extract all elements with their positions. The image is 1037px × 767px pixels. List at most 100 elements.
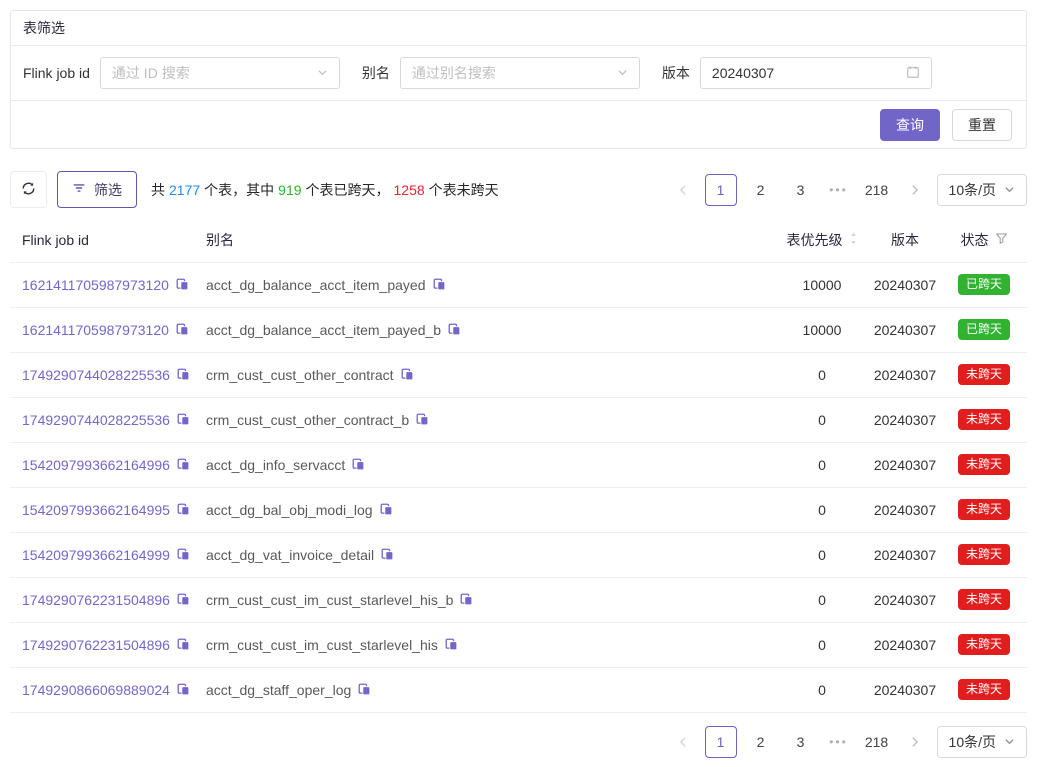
page-ellipsis[interactable]: ••• (825, 183, 853, 197)
summary-prefix: 共 (151, 180, 165, 200)
alias-link[interactable]: acct_dg_info_servacct (206, 457, 345, 473)
page-item-2[interactable]: 2 (745, 726, 777, 758)
copy-icon[interactable] (177, 638, 190, 651)
toolbar: 筛选 共 2177 个表，其中 919 个表已跨天， 1258 个表未跨天 12… (10, 171, 1027, 208)
copy-icon[interactable] (177, 593, 190, 606)
column-header-priority[interactable]: 表优先级 (775, 218, 869, 262)
alias-placeholder: 通过别名搜索 (412, 63, 496, 83)
copy-icon[interactable] (380, 503, 393, 516)
page-size-select[interactable]: 10条/页 (937, 174, 1027, 206)
page-size-select[interactable]: 10条/页 (937, 726, 1027, 758)
summary-total-count: 2177 (169, 182, 200, 198)
filter-funnel-icon[interactable] (995, 232, 1008, 248)
version-date-picker[interactable]: 20240307 (700, 57, 932, 89)
job-id-link[interactable]: 1542097993662164995 (22, 502, 170, 518)
copy-icon[interactable] (401, 368, 414, 381)
page-item-3[interactable]: 3 (785, 726, 817, 758)
page-item-1[interactable]: 1 (705, 726, 737, 758)
alias-link[interactable]: crm_cust_cust_other_contract_b (206, 412, 409, 428)
copy-icon[interactable] (176, 278, 189, 291)
copy-icon[interactable] (177, 683, 190, 696)
copy-icon[interactable] (177, 458, 190, 471)
job-id-link[interactable]: 1542097993662164999 (22, 547, 170, 563)
alias-link[interactable]: acct_dg_bal_obj_modi_log (206, 502, 373, 518)
table-row: 1542097993662164996 acct_dg_info_servacc… (10, 442, 1027, 487)
prev-page-button[interactable] (669, 726, 697, 758)
copy-icon[interactable] (381, 548, 394, 561)
column-header-version: 版本 (869, 218, 941, 262)
priority-value: 0 (818, 682, 826, 698)
page-ellipsis[interactable]: ••• (825, 735, 853, 749)
column-header-status: 状态 (941, 218, 1027, 262)
job-id-link[interactable]: 1542097993662164996 (22, 457, 170, 473)
query-button[interactable]: 查询 (880, 109, 940, 141)
table-header-row: Flink job id 别名 表优先级 版本 (10, 218, 1027, 262)
job-id-link[interactable]: 1621411705987973120 (22, 277, 169, 293)
copy-icon[interactable] (433, 278, 446, 291)
summary-uncrossed-count: 1258 (394, 182, 425, 198)
job-id-link[interactable]: 1749290744028225536 (22, 367, 170, 383)
flink-job-id-label: Flink job id (23, 65, 90, 81)
alias-link[interactable]: crm_cust_cust_im_cust_starlevel_his_b (206, 592, 453, 608)
alias-link[interactable]: acct_dg_balance_acct_item_payed_b (206, 322, 441, 338)
alias-select[interactable]: 通过别名搜索 (400, 57, 640, 89)
alias-link[interactable]: crm_cust_cust_im_cust_starlevel_his (206, 637, 438, 653)
reset-button[interactable]: 重置 (952, 109, 1012, 141)
job-id-link[interactable]: 1749290762231504896 (22, 637, 170, 653)
column-header-status-label: 状态 (961, 230, 989, 250)
copy-icon[interactable] (177, 503, 190, 516)
next-page-button[interactable] (901, 726, 929, 758)
status-badge: 未跨天 (958, 589, 1010, 611)
filter-row: Flink job id 通过 ID 搜索 别名 通过别名搜索 版本 20240… (11, 46, 1026, 101)
priority-value: 0 (818, 637, 826, 653)
flink-job-id-select[interactable]: 通过 ID 搜索 (100, 57, 340, 89)
version-date-value: 20240307 (712, 65, 774, 81)
copy-icon[interactable] (358, 683, 371, 696)
copy-icon[interactable] (177, 368, 190, 381)
chevron-down-icon (317, 65, 328, 81)
pagination: 123 ••• 218 10条/页 (669, 174, 1027, 206)
next-page-button[interactable] (901, 174, 929, 206)
copy-icon[interactable] (352, 458, 365, 471)
copy-icon[interactable] (416, 413, 429, 426)
priority-value: 0 (818, 457, 826, 473)
page-item-2[interactable]: 2 (745, 174, 777, 206)
bottom-bar: 123 ••• 218 10条/页 (10, 726, 1027, 758)
version-value: 20240307 (874, 637, 936, 653)
copy-icon[interactable] (460, 593, 473, 606)
page-size-value: 10条/页 (949, 180, 996, 200)
version-value: 20240307 (874, 277, 936, 293)
page-item-218[interactable]: 218 (861, 726, 893, 758)
page-item-1[interactable]: 1 (705, 174, 737, 206)
priority-value: 0 (818, 367, 826, 383)
table-row: 1749290762231504896 crm_cust_cust_im_cus… (10, 622, 1027, 667)
copy-icon[interactable] (445, 638, 458, 651)
alias-link[interactable]: crm_cust_cust_other_contract (206, 367, 394, 383)
job-id-link[interactable]: 1749290866069889024 (22, 682, 170, 698)
table-row: 1621411705987973120 acct_dg_balance_acct… (10, 262, 1027, 307)
priority-value: 0 (818, 592, 826, 608)
job-id-link[interactable]: 1749290762231504896 (22, 592, 170, 608)
alias-link[interactable]: acct_dg_balance_acct_item_payed (206, 277, 426, 293)
job-id-link[interactable]: 1621411705987973120 (22, 322, 169, 338)
priority-value: 10000 (803, 277, 842, 293)
job-id-link[interactable]: 1749290744028225536 (22, 412, 170, 428)
table-row: 1542097993662164999 acct_dg_vat_invoice_… (10, 532, 1027, 577)
page-item-218[interactable]: 218 (861, 174, 893, 206)
version-value: 20240307 (874, 547, 936, 563)
copy-icon[interactable] (177, 413, 190, 426)
status-badge: 未跨天 (958, 364, 1010, 386)
table-body: 1621411705987973120 acct_dg_balance_acct… (10, 262, 1027, 712)
alias-link[interactable]: acct_dg_vat_invoice_detail (206, 547, 374, 563)
filter-button-label: 筛选 (94, 180, 122, 200)
alias-link[interactable]: acct_dg_staff_oper_log (206, 682, 351, 698)
copy-icon[interactable] (177, 548, 190, 561)
prev-page-button[interactable] (669, 174, 697, 206)
copy-icon[interactable] (176, 323, 189, 336)
filter-button[interactable]: 筛选 (57, 171, 137, 208)
page-item-3[interactable]: 3 (785, 174, 817, 206)
sort-icon[interactable] (849, 231, 858, 249)
refresh-button[interactable] (10, 171, 47, 208)
filter-card: 表筛选 Flink job id 通过 ID 搜索 别名 通过别名搜索 版本 2… (10, 10, 1027, 149)
copy-icon[interactable] (448, 323, 461, 336)
